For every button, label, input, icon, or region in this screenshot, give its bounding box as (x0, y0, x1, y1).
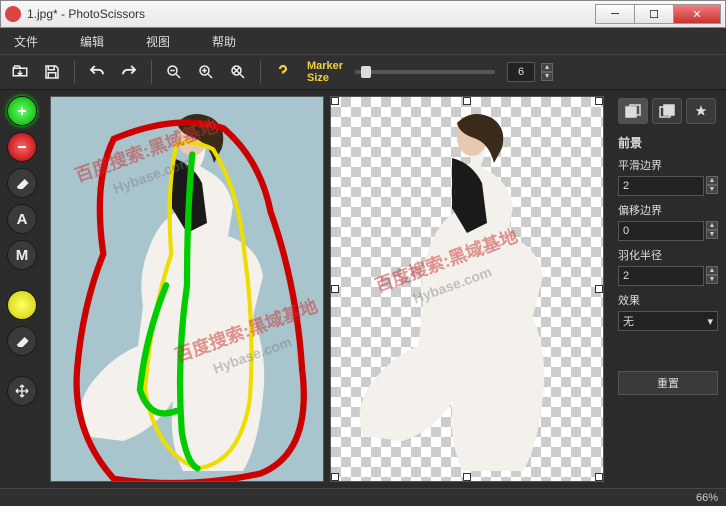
toolbar: Marker Size 6 ▲▼ (0, 54, 726, 90)
properties-panel: 前景 平滑边界 2 ▲▼ 偏移边界 0 ▲▼ 羽化半径 2 ▲▼ 效果 无▾ 重… (610, 90, 726, 488)
panel-tabs (618, 98, 718, 124)
tool-palette: A M (0, 90, 44, 488)
canvas-container: 百度搜索:黑域基地 Hybase.com 百度搜索:黑域基地 Hybase.co… (44, 90, 610, 488)
zoom-level: 66% (696, 492, 718, 504)
separator (260, 60, 261, 84)
open-button[interactable] (6, 58, 34, 86)
window-title: 1.jpg* - PhotoScissors (27, 7, 596, 21)
crop-handle[interactable] (595, 97, 603, 105)
zoom-out-button[interactable] (160, 58, 188, 86)
eraser2-tool[interactable] (7, 326, 37, 356)
close-button[interactable]: ✕ (673, 4, 721, 24)
menu-file[interactable]: 文件 (8, 29, 44, 54)
menu-edit[interactable]: 编辑 (74, 29, 110, 54)
feather-label: 羽化半径 (618, 247, 718, 263)
zoom-in-button[interactable] (192, 58, 220, 86)
redo-button[interactable] (115, 58, 143, 86)
tab-background[interactable] (652, 98, 682, 124)
crop-handle[interactable] (331, 285, 339, 293)
app-icon (5, 6, 21, 22)
crop-handle[interactable] (463, 97, 471, 105)
foreground-marker-tool[interactable] (7, 96, 37, 126)
main-area: A M 百度搜索:黑域基地 Hybase.com 百度搜索 (0, 90, 726, 488)
auto-tool[interactable]: A (7, 204, 37, 234)
zoom-fit-button[interactable] (224, 58, 252, 86)
save-button[interactable] (38, 58, 66, 86)
effect-select[interactable]: 无▾ (618, 311, 718, 331)
feather-input[interactable]: 2 ▲▼ (618, 266, 718, 286)
window-controls: ─ ☐ ✕ (596, 4, 721, 24)
marker-size-slider[interactable] (355, 70, 495, 74)
marker-size-label: Marker Size (307, 60, 343, 84)
manual-tool[interactable]: M (7, 240, 37, 270)
background-marker-tool[interactable] (7, 132, 37, 162)
menu-help[interactable]: 帮助 (206, 29, 242, 54)
source-canvas[interactable]: 百度搜索:黑域基地 Hybase.com 百度搜索:黑域基地 Hybase.co… (50, 96, 324, 482)
separator (74, 60, 75, 84)
minimize-button[interactable]: ─ (595, 4, 635, 24)
undo-button[interactable] (83, 58, 111, 86)
move-tool[interactable] (7, 376, 37, 406)
menu-view[interactable]: 视图 (140, 29, 176, 54)
reset-button[interactable]: 重置 (618, 371, 718, 395)
crop-handle[interactable] (463, 473, 471, 481)
separator (151, 60, 152, 84)
eraser-tool[interactable] (7, 168, 37, 198)
section-title: 前景 (618, 134, 718, 151)
result-canvas[interactable]: 百度搜索:黑域基地 Hybase.com (330, 96, 604, 482)
help-button[interactable] (269, 58, 297, 86)
marker-size-value[interactable]: 6 (507, 62, 535, 82)
crop-handle[interactable] (331, 97, 339, 105)
offset-label: 偏移边界 (618, 202, 718, 218)
tab-favorites[interactable] (686, 98, 716, 124)
maximize-button[interactable]: ☐ (634, 4, 674, 24)
smooth-input[interactable]: 2 ▲▼ (618, 176, 718, 196)
titlebar: 1.jpg* - PhotoScissors ─ ☐ ✕ (0, 0, 726, 28)
highlight-marker-tool[interactable] (7, 290, 37, 320)
tab-foreground[interactable] (618, 98, 648, 124)
result-image (337, 103, 597, 482)
smooth-label: 平滑边界 (618, 157, 718, 173)
offset-input[interactable]: 0 ▲▼ (618, 221, 718, 241)
marker-strokes (51, 97, 323, 482)
statusbar: 66% (0, 488, 726, 506)
menubar: 文件 编辑 视图 帮助 (0, 28, 726, 54)
crop-handle[interactable] (331, 473, 339, 481)
crop-handle[interactable] (595, 473, 603, 481)
marker-size-spinner[interactable]: ▲▼ (541, 63, 553, 81)
crop-handle[interactable] (595, 285, 603, 293)
effect-label: 效果 (618, 292, 718, 308)
